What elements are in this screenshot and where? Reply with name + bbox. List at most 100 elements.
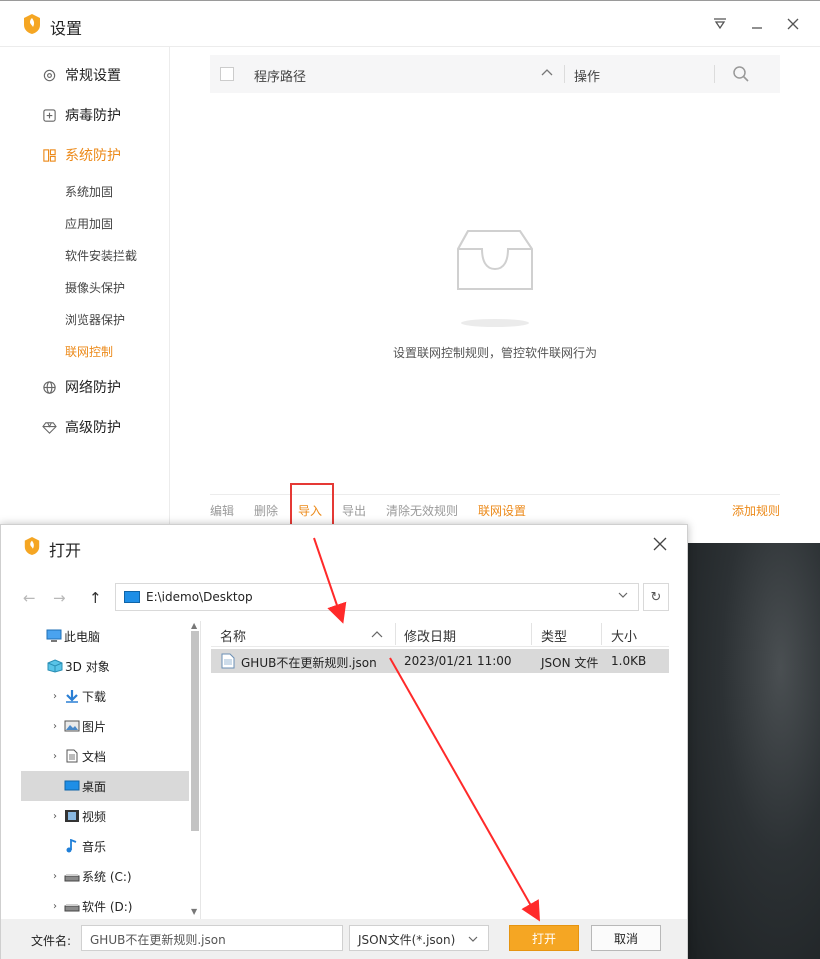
sidebar-subitem-install-block[interactable]: 软件安装拦截 [65, 247, 137, 264]
sidebar-item-label: 网络防护 [65, 380, 121, 396]
sidebar-item-virus[interactable]: 病毒防护 [42, 103, 121, 127]
sidebar-subitem-system-hardening[interactable]: 系统加固 [65, 183, 113, 200]
column-program-path[interactable]: 程序路径 [254, 66, 306, 85]
menu-dropdown-icon[interactable] [707, 11, 733, 37]
import-highlight-box [290, 483, 334, 527]
delete-button[interactable]: 删除 [254, 502, 278, 519]
window-title: 设置 [50, 19, 83, 38]
file-row[interactable]: GHUB不在更新规则.json 2023/01/21 11:00 JSON 文件… [211, 649, 669, 673]
picture-icon [64, 720, 80, 732]
file-size: 1.0KB [611, 654, 647, 668]
column-divider [531, 623, 532, 645]
expand-arrow-icon[interactable]: › [49, 901, 61, 912]
tree-item-label: 此电脑 [64, 629, 101, 644]
tree-item-drive-c[interactable]: › 系统 (C:) [21, 861, 189, 891]
column-action: 操作 [574, 70, 601, 85]
forward-arrow-icon[interactable]: → [53, 589, 66, 607]
address-bar[interactable]: E:\idemo\Desktop [115, 583, 639, 611]
tree-item-documents[interactable]: › 文档 [21, 741, 189, 771]
expand-arrow-icon[interactable]: › [49, 811, 61, 822]
tree-item-music[interactable]: 音乐 [21, 831, 189, 861]
tree-item-drive-d[interactable]: › 软件 (D:) [21, 891, 189, 921]
tree-item-label: 软件 (D:) [82, 899, 133, 914]
music-icon [66, 839, 77, 853]
dialog-footer: 文件名: GHUB不在更新规则.json JSON文件(*.json) 打开 取… [1, 919, 687, 959]
expand-arrow-icon[interactable]: › [49, 871, 61, 882]
folder-tree: 此电脑 3D 对象 › 下载 › 图片 › 文档 桌面 › 视频 音乐 › 系统… [21, 621, 201, 919]
rules-table-header: 程序路径 操作 [210, 55, 780, 93]
address-path: E:\idemo\Desktop [146, 590, 253, 604]
sidebar-item-advanced[interactable]: 高级防护 [42, 415, 121, 439]
expand-arrow-icon[interactable]: › [49, 751, 61, 762]
sidebar-item-network[interactable]: 网络防护 [42, 375, 121, 399]
empty-tray-icon [457, 230, 533, 327]
clear-invalid-rules-button[interactable]: 清除无效规则 [386, 502, 458, 519]
sidebar-item-label: 病毒防护 [65, 108, 121, 124]
title-bar: 设置 [0, 1, 820, 47]
json-file-icon [221, 653, 235, 669]
edit-button[interactable]: 编辑 [210, 502, 234, 519]
sidebar-subitem-network-control[interactable]: 联网控制 [65, 343, 113, 360]
tree-item-pictures[interactable]: › 图片 [21, 711, 189, 741]
column-divider [714, 65, 715, 83]
tree-item-desktop[interactable]: 桌面 [21, 771, 189, 801]
globe-icon [43, 380, 56, 394]
select-all-checkbox[interactable] [220, 67, 234, 81]
close-icon[interactable] [653, 535, 667, 556]
up-arrow-icon[interactable]: ↑ [89, 589, 102, 607]
settings-window: 设置 常规设置 病毒防护 系统防护 系统加固 应用加固 软件安装拦截 摄像头保护… [0, 0, 820, 531]
tree-scrollbar[interactable]: ▲ ▼ [189, 621, 201, 919]
sidebar-item-general[interactable]: 常规设置 [42, 63, 121, 87]
sidebar-item-label: 常规设置 [65, 68, 121, 84]
tree-item-label: 下载 [82, 689, 107, 704]
tree-item-3d-objects[interactable]: 3D 对象 [21, 651, 189, 681]
sort-up-icon[interactable] [541, 66, 553, 80]
search-icon[interactable] [732, 65, 750, 87]
file-name: GHUB不在更新规则.json [241, 656, 377, 670]
filename-input[interactable]: GHUB不在更新规则.json [81, 925, 343, 951]
network-settings-button[interactable]: 联网设置 [478, 502, 526, 519]
scrollbar-thumb[interactable] [191, 631, 199, 831]
video-icon [65, 810, 79, 822]
column-modified-date[interactable]: 修改日期 [404, 626, 456, 645]
sidebar-subitem-camera[interactable]: 摄像头保护 [65, 279, 125, 296]
scroll-up-icon[interactable]: ▲ [191, 621, 197, 630]
desktop-background [688, 543, 820, 959]
sort-up-icon[interactable] [371, 628, 383, 643]
expand-arrow-icon[interactable]: › [49, 691, 61, 702]
close-icon[interactable] [780, 11, 806, 37]
dialog-title: 打开 [49, 541, 82, 560]
tree-item-label: 音乐 [82, 839, 107, 854]
column-type[interactable]: 类型 [541, 626, 567, 645]
sidebar: 常规设置 病毒防护 系统防护 系统加固 应用加固 软件安装拦截 摄像头保护 浏览… [0, 47, 170, 531]
minimize-icon[interactable] [744, 11, 770, 37]
file-date: 2023/01/21 11:00 [404, 654, 512, 668]
empty-state-text: 设置联网控制规则，管控软件联网行为 [392, 346, 597, 360]
filetype-select[interactable]: JSON文件(*.json) [349, 925, 489, 951]
filetype-value: JSON文件(*.json) [358, 933, 456, 947]
gear-icon [43, 69, 56, 81]
sidebar-item-system[interactable]: 系统防护 [42, 143, 121, 167]
scroll-down-icon[interactable]: ▼ [191, 907, 197, 916]
tree-item-videos[interactable]: › 视频 [21, 801, 189, 831]
tree-item-label: 文档 [82, 749, 107, 764]
desktop-icon [124, 591, 140, 603]
sidebar-subitem-app-hardening[interactable]: 应用加固 [65, 215, 113, 232]
tree-item-this-pc[interactable]: 此电脑 [21, 621, 189, 651]
export-button[interactable]: 导出 [342, 502, 366, 519]
drive-icon [64, 874, 80, 882]
sidebar-item-label: 系统防护 [65, 148, 121, 164]
cancel-button[interactable]: 取消 [591, 925, 661, 951]
app-logo-icon [24, 537, 40, 555]
open-button[interactable]: 打开 [509, 925, 579, 951]
chevron-down-icon[interactable] [618, 588, 628, 602]
add-rule-button[interactable]: 添加规则 [732, 502, 780, 519]
expand-arrow-icon[interactable]: › [49, 721, 61, 732]
column-size[interactable]: 大小 [611, 626, 637, 645]
tree-item-downloads[interactable]: › 下载 [21, 681, 189, 711]
back-arrow-icon[interactable]: ← [23, 589, 36, 607]
chevron-down-icon [468, 936, 478, 942]
sidebar-subitem-browser[interactable]: 浏览器保护 [65, 311, 125, 328]
refresh-icon[interactable]: ↻ [643, 583, 669, 611]
column-name[interactable]: 名称 [220, 626, 246, 645]
